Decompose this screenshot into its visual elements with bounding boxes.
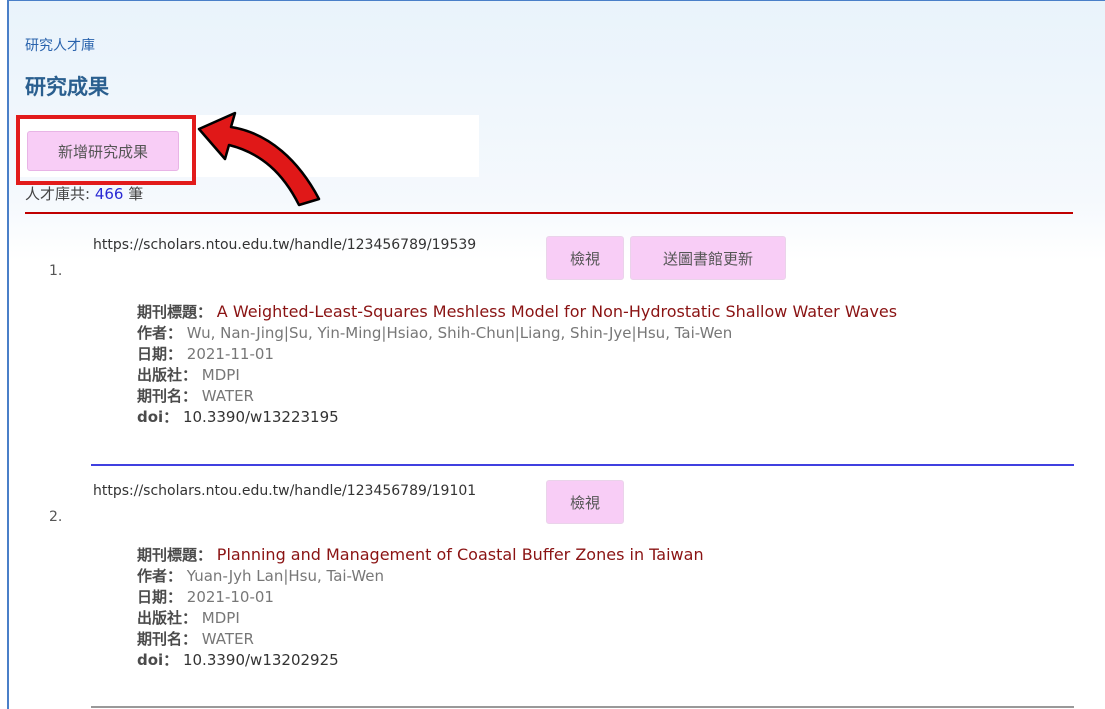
record-2-doi-row: doi： 10.3390/w13202925 bbox=[137, 650, 704, 671]
curved-arrow-icon bbox=[197, 111, 321, 207]
journal-title-label: 期刊標題： bbox=[137, 546, 213, 564]
record-1-doi: 10.3390/w13223195 bbox=[182, 408, 339, 426]
record-1-date-row: 日期： 2021-11-01 bbox=[137, 344, 897, 365]
journal-title-label: 期刊標題： bbox=[137, 303, 213, 321]
content-panel: 研究人才庫 研究成果 人才庫共: 466 筆 新增研究成果 https://sc… bbox=[7, 0, 1105, 709]
publisher-label: 出版社： bbox=[137, 609, 198, 627]
record-count: 人才庫共: 466 筆 bbox=[25, 183, 143, 204]
record-2-journal: WATER bbox=[201, 630, 254, 648]
journal-name-label: 期刊名： bbox=[137, 630, 198, 648]
author-label: 作者： bbox=[137, 324, 183, 342]
doi-label: doi： bbox=[137, 408, 179, 426]
count-prefix: 人才庫共: bbox=[25, 185, 91, 203]
author-label: 作者： bbox=[137, 567, 183, 585]
record-2-date-row: 日期： 2021-10-01 bbox=[137, 587, 704, 608]
highlight-box bbox=[16, 115, 196, 185]
record-1-view-button[interactable]: 檢視 bbox=[546, 236, 624, 280]
record-1-journal: WATER bbox=[201, 387, 254, 405]
record-1-author: Wu, Nan-Jing|Su, Yin-Ming|Hsiao, Shih-Ch… bbox=[186, 324, 733, 342]
record-1-journal-row: 期刊名： WATER bbox=[137, 386, 897, 407]
record-separator-bottom bbox=[91, 706, 1074, 708]
breadcrumb[interactable]: 研究人才庫 bbox=[25, 35, 95, 55]
record-2-title-row: 期刊標題： Planning and Management of Coastal… bbox=[137, 544, 704, 566]
count-value: 466 bbox=[94, 185, 124, 203]
record-2-publisher-row: 出版社： MDPI bbox=[137, 608, 704, 629]
doi-label: doi： bbox=[137, 651, 179, 669]
record-2-author-row: 作者： Yuan-Jyh Lan|Hsu, Tai-Wen bbox=[137, 566, 704, 587]
record-2-view-button[interactable]: 檢視 bbox=[546, 480, 624, 524]
record-2-index: 2. bbox=[49, 509, 63, 525]
record-1-publisher: MDPI bbox=[201, 366, 240, 384]
record-2-author: Yuan-Jyh Lan|Hsu, Tai-Wen bbox=[186, 567, 385, 585]
record-1-title-row: 期刊標題： A Weighted-Least-Squares Meshless … bbox=[137, 301, 897, 323]
record-1-fields: 期刊標題： A Weighted-Least-Squares Meshless … bbox=[137, 301, 897, 428]
record-1-publisher-row: 出版社： MDPI bbox=[137, 365, 897, 386]
record-2-publisher: MDPI bbox=[201, 609, 240, 627]
record-1-date: 2021-11-01 bbox=[186, 345, 274, 363]
record-1-url[interactable]: https://scholars.ntou.edu.tw/handle/1234… bbox=[93, 237, 476, 253]
record-2-title: Planning and Management of Coastal Buffe… bbox=[216, 545, 704, 564]
date-label: 日期： bbox=[137, 345, 183, 363]
record-1-author-row: 作者： Wu, Nan-Jing|Su, Yin-Ming|Hsiao, Shi… bbox=[137, 323, 897, 344]
record-2-url[interactable]: https://scholars.ntou.edu.tw/handle/1234… bbox=[93, 483, 476, 499]
record-1-send-library-button[interactable]: 送圖書館更新 bbox=[630, 236, 786, 280]
date-label: 日期： bbox=[137, 588, 183, 606]
record-separator bbox=[91, 464, 1074, 466]
page-title: 研究成果 bbox=[25, 75, 109, 99]
record-1-doi-row: doi： 10.3390/w13223195 bbox=[137, 407, 897, 428]
record-1-title: A Weighted-Least-Squares Meshless Model … bbox=[216, 302, 898, 321]
record-2-journal-row: 期刊名： WATER bbox=[137, 629, 704, 650]
record-1-index: 1. bbox=[49, 263, 63, 279]
record-2-date: 2021-10-01 bbox=[186, 588, 274, 606]
record-2-doi: 10.3390/w13202925 bbox=[182, 651, 339, 669]
publisher-label: 出版社： bbox=[137, 366, 198, 384]
divider-top bbox=[25, 212, 1073, 214]
count-suffix: 筆 bbox=[128, 185, 144, 203]
journal-name-label: 期刊名： bbox=[137, 387, 198, 405]
record-2-fields: 期刊標題： Planning and Management of Coastal… bbox=[137, 544, 704, 671]
